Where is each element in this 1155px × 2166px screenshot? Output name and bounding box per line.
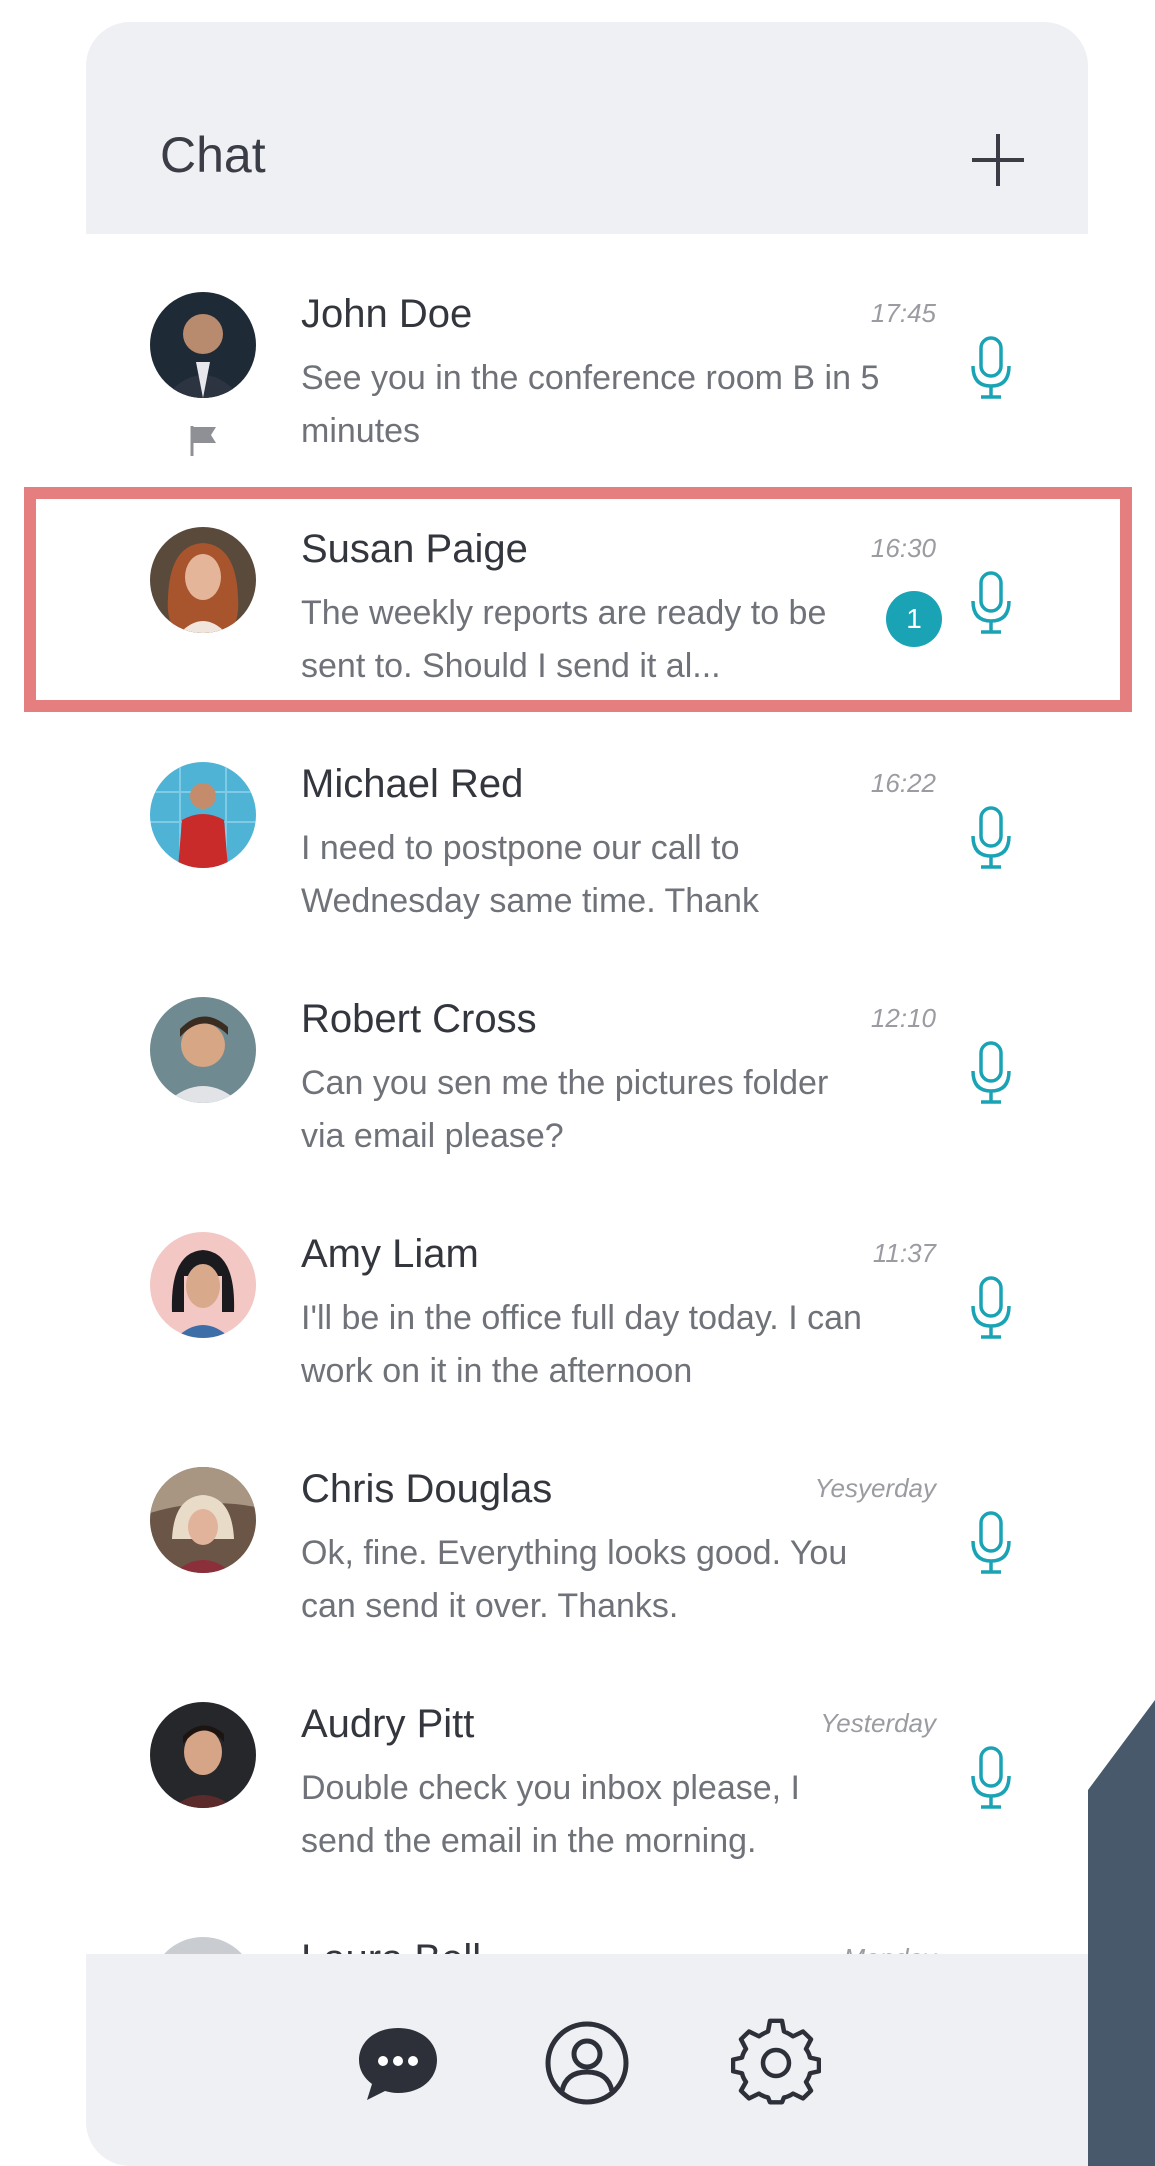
mic-icon[interactable] bbox=[966, 1744, 1016, 1814]
chat-item-robert-cross[interactable]: Robert Cross 12:10 Can you sen me the pi… bbox=[86, 939, 1088, 1174]
mic-icon[interactable] bbox=[966, 1039, 1016, 1109]
tab-chats[interactable] bbox=[353, 2018, 443, 2108]
avatar bbox=[150, 292, 256, 398]
bottom-tab-bar bbox=[86, 1954, 1088, 2166]
unread-count-badge: 1 bbox=[886, 591, 942, 647]
message-timestamp: 16:22 bbox=[870, 768, 936, 798]
contact-name: Michael Red bbox=[301, 762, 524, 806]
avatar bbox=[150, 1702, 256, 1808]
chat-item-audry-pitt[interactable]: Audry Pitt Yesterday Double check you in… bbox=[86, 1644, 1088, 1879]
message-timestamp: 17:45 bbox=[870, 298, 936, 328]
message-timestamp: Yesyerday bbox=[814, 1473, 936, 1503]
chat-item-amy-liam[interactable]: Amy Liam 11:37 I'll be in the office ful… bbox=[86, 1174, 1088, 1409]
contact-name: Amy Liam bbox=[301, 1232, 479, 1276]
message-preview: Ok, fine. Everything looks good. You can… bbox=[301, 1534, 848, 1625]
chat-item-susan-paige[interactable]: Susan Paige 16:30 The weekly reports are… bbox=[86, 469, 1088, 704]
chat-list: John Doe 17:45 See you in the conference… bbox=[86, 234, 1088, 1978]
contact-name: Robert Cross bbox=[301, 997, 537, 1041]
chat-item-john-doe[interactable]: John Doe 17:45 See you in the conference… bbox=[86, 234, 1088, 469]
message-preview: Can you sen me the pictures folder via e… bbox=[301, 1064, 829, 1155]
add-chat-button[interactable] bbox=[968, 130, 1028, 190]
app-header: Chat bbox=[86, 22, 1088, 234]
contact-name: Chris Douglas bbox=[301, 1467, 553, 1511]
avatar bbox=[150, 997, 256, 1103]
contact-name: John Doe bbox=[301, 292, 473, 336]
message-preview: See you in the conference room B in 5 mi… bbox=[301, 359, 880, 450]
mic-icon[interactable] bbox=[966, 1509, 1016, 1579]
message-preview: The weekly reports are ready to be sent … bbox=[301, 594, 827, 685]
chat-bubble-icon bbox=[359, 2028, 437, 2100]
message-timestamp: 16:30 bbox=[870, 533, 936, 563]
mic-icon[interactable] bbox=[966, 804, 1016, 874]
chat-item-chris-douglas[interactable]: Chris Douglas Yesyerday Ok, fine. Everyt… bbox=[86, 1409, 1088, 1644]
message-preview: I'll be in the office full day today. I … bbox=[301, 1299, 862, 1390]
avatar bbox=[150, 1467, 256, 1573]
plus-icon bbox=[972, 134, 1024, 186]
page-title: Chat bbox=[160, 127, 266, 183]
message-timestamp: 11:37 bbox=[872, 1238, 936, 1268]
contact-name: Audry Pitt bbox=[301, 1702, 475, 1746]
message-timestamp: 12:10 bbox=[870, 1003, 936, 1033]
mic-icon[interactable] bbox=[966, 569, 1016, 639]
avatar bbox=[150, 1232, 256, 1338]
corner-panel bbox=[1088, 1700, 1155, 2166]
profile-icon bbox=[545, 2021, 629, 2105]
flag-icon bbox=[186, 422, 222, 458]
mic-icon[interactable] bbox=[966, 334, 1016, 404]
avatar bbox=[150, 527, 256, 633]
message-preview: I need to postpone our call to Wednesday… bbox=[301, 829, 759, 920]
message-timestamp: Yesterday bbox=[820, 1708, 936, 1738]
mic-icon[interactable] bbox=[966, 1274, 1016, 1344]
avatar bbox=[150, 762, 256, 868]
page: Chat John Doe 17:45 See you in the confe… bbox=[0, 0, 1155, 2166]
contact-name: Susan Paige bbox=[301, 527, 528, 571]
message-preview: Double check you inbox please, I send th… bbox=[301, 1769, 800, 1860]
tab-settings[interactable] bbox=[731, 2018, 821, 2108]
tab-profile[interactable] bbox=[542, 2018, 632, 2108]
gear-icon bbox=[731, 2018, 821, 2105]
chat-item-michael-red[interactable]: Michael Red 16:22 I need to postpone our… bbox=[86, 704, 1088, 939]
phone-screen: Chat John Doe 17:45 See you in the confe… bbox=[86, 22, 1088, 2166]
